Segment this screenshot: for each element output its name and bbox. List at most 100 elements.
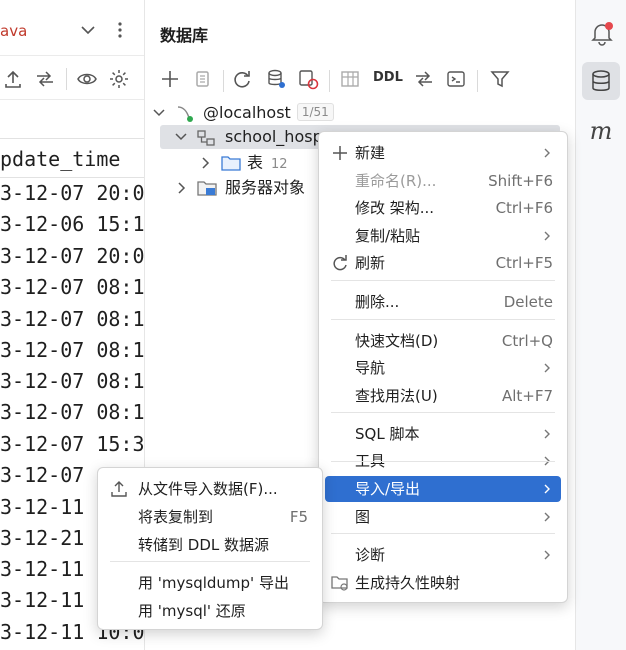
table-row[interactable]: 3-12-11 <box>0 494 84 520</box>
import-export-submenu: 从文件导入数据(F)... 将表复制到 F5 转储到 DDL 数据源用 'mysqld… <box>97 467 323 630</box>
table-row[interactable]: 3-12-07 <box>0 462 84 488</box>
chevron-down-icon[interactable] <box>78 20 98 40</box>
menu-item-new[interactable]: 新建 <box>325 140 561 166</box>
table-row[interactable]: 3-12-11 <box>0 556 84 582</box>
menu-item-label: 修改 架构... <box>355 199 435 217</box>
chevron-down-icon[interactable] <box>175 132 187 142</box>
table-row[interactable]: 3-12-07 20:0 <box>0 180 144 206</box>
refresh-icon[interactable] <box>231 68 253 90</box>
menu-item-shortcut: Delete <box>503 293 553 311</box>
database-tool-button[interactable] <box>582 62 620 100</box>
menu-item-label: 从文件导入数据(F)... <box>138 480 278 498</box>
stop-refresh-icon[interactable] <box>297 68 319 90</box>
panel-title: 数据库 <box>160 26 209 45</box>
chevron-right-icon[interactable] <box>201 157 211 169</box>
column-header[interactable]: pdate_time <box>0 138 144 178</box>
table-row[interactable]: 3-12-07 08:1 <box>0 399 144 425</box>
bell-icon <box>591 22 613 46</box>
menu-item-refresh[interactable]: 刷新 Ctrl+F5 <box>325 250 561 276</box>
menu-item-label: 诊断 <box>355 546 386 564</box>
right-tool-strip: m <box>576 0 626 650</box>
chevron-down-icon[interactable] <box>153 108 165 118</box>
menu-item-label: 复制/粘贴 <box>355 227 421 245</box>
server-objects-label: 服务器对象 <box>225 178 306 197</box>
menu-item-navigate[interactable]: 导航 <box>325 355 561 381</box>
host-label: @localhost <box>203 103 291 122</box>
console-icon[interactable] <box>445 68 467 90</box>
menu-item-label: 导入/导出 <box>355 480 421 498</box>
table-row[interactable]: 3-12-07 08:1 <box>0 337 144 363</box>
copy-icon[interactable] <box>191 68 213 90</box>
chevron-right-icon[interactable] <box>177 182 187 194</box>
server-folder-icon <box>197 181 217 196</box>
menu-separator <box>110 561 310 562</box>
menu-item-diagrams[interactable]: 图 <box>325 504 561 530</box>
schema-label: school_hosp <box>225 127 323 146</box>
menu-item-label: 查找用法(U) <box>355 387 438 405</box>
menu-item-import-export[interactable]: 导入/导出 <box>325 476 561 502</box>
menu-item-delete[interactable]: 删除... Delete <box>325 289 561 315</box>
menu-separator <box>331 412 555 413</box>
menu-item-label: 用 'mysql' 还原 <box>138 602 246 620</box>
menu-separator <box>331 461 555 462</box>
editor-tab[interactable]: ava <box>0 22 27 40</box>
upload-icon[interactable] <box>2 68 24 90</box>
menu-item-sql-scripts[interactable]: SQL 脚本 <box>325 421 561 447</box>
menu-item-generate-persistence-mapping[interactable]: 生成持久性映射 <box>325 570 561 596</box>
menu-item-quick-doc[interactable]: 快速文档(D) Ctrl+Q <box>325 328 561 354</box>
database-icon <box>592 70 610 91</box>
chevron-right-icon <box>544 429 550 439</box>
table-row[interactable]: 3-12-07 08:1 <box>0 368 144 394</box>
menu-separator <box>331 533 555 534</box>
menu-item-shortcut: Alt+F7 <box>501 387 553 405</box>
ddl-button[interactable]: DDL <box>373 70 403 85</box>
table-row[interactable]: 3-12-07 08:1 <box>0 306 144 332</box>
maven-tool-button[interactable]: m <box>582 112 620 150</box>
chevron-right-icon <box>544 484 550 494</box>
chevron-right-icon <box>544 231 550 241</box>
table-row[interactable]: 3-12-11 <box>0 587 84 613</box>
filter-icon[interactable] <box>489 68 511 90</box>
table-row[interactable]: 3-12-06 15:1 <box>0 211 144 237</box>
gear-icon[interactable] <box>108 68 130 90</box>
datasource-settings-icon[interactable] <box>265 68 287 90</box>
table-icon[interactable] <box>339 68 361 90</box>
table-row[interactable]: 3-12-07 08:1 <box>0 274 144 300</box>
menu-item-modify-schema[interactable]: 修改 架构... Ctrl+F6 <box>325 195 561 221</box>
plus-icon <box>333 146 347 160</box>
submenu-item-import-from-file[interactable]: 从文件导入数据(F)... <box>104 476 316 502</box>
chevron-right-icon <box>544 512 550 522</box>
host-badge: 1/51 <box>296 103 334 121</box>
chevron-right-icon <box>544 363 550 373</box>
submenu-item-copy-table-to[interactable]: 将表复制到 F5 <box>104 504 316 530</box>
menu-item-label: 重命名(R)... <box>355 172 437 190</box>
compare-arrows-icon[interactable] <box>34 68 56 90</box>
menu-item-label: 导航 <box>355 359 386 377</box>
chevron-right-icon <box>544 148 550 158</box>
eye-icon[interactable] <box>76 68 98 90</box>
submenu-item-restore-mysql[interactable]: 用 'mysql' 还原 <box>104 598 316 624</box>
add-icon[interactable] <box>159 68 181 90</box>
more-options-icon[interactable] <box>112 20 128 40</box>
context-menu: 新建 重命名(R)... Shift+F6 修改 架构... Ctrl+F6 复制/粘贴刷… <box>318 131 568 603</box>
menu-item-copy-paste[interactable]: 复制/粘贴 <box>325 223 561 249</box>
menu-item-label: SQL 脚本 <box>355 425 420 443</box>
compare-arrows-icon[interactable] <box>413 68 435 90</box>
menu-item-shortcut: Ctrl+F5 <box>495 254 553 272</box>
submenu-item-dump-to-ddl[interactable]: 转储到 DDL 数据源 <box>104 532 316 558</box>
upload-icon <box>111 481 127 497</box>
menu-item-find-usages[interactable]: 查找用法(U) Alt+F7 <box>325 383 561 409</box>
persistence-mapping-icon <box>331 576 348 591</box>
editor-tab-bar: ava <box>0 8 144 56</box>
submenu-item-export-mysqldump[interactable]: 用 'mysqldump' 导出 <box>104 570 316 596</box>
refresh-icon <box>333 255 347 271</box>
menu-item-label: 转储到 DDL 数据源 <box>138 536 269 554</box>
menu-item-shortcut: F5 <box>289 508 308 526</box>
menu-item-rename[interactable]: 重命名(R)... Shift+F6 <box>325 168 561 194</box>
table-row[interactable]: 3-12-07 20:0 <box>0 243 144 269</box>
menu-item-diagnostics[interactable]: 诊断 <box>325 542 561 568</box>
table-row[interactable]: 3-12-07 15:3 <box>0 431 144 457</box>
menu-item-label: 快速文档(D) <box>355 332 439 350</box>
notifications-button[interactable] <box>582 14 620 52</box>
table-row[interactable]: 3-12-21 <box>0 525 84 551</box>
